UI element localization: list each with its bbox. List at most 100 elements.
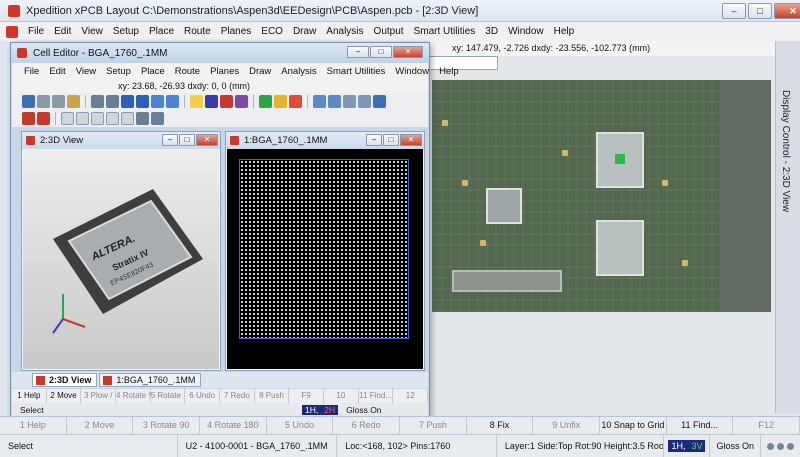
zoom-in-icon[interactable] bbox=[151, 95, 164, 108]
tab-3d-view[interactable]: 2:3D View bbox=[32, 373, 98, 387]
ce-fkey-2[interactable]: 2 Move bbox=[47, 389, 82, 403]
drc-icon[interactable] bbox=[289, 95, 302, 108]
menu-draw[interactable]: Draw bbox=[293, 26, 316, 37]
fkey-2[interactable]: 2 Move bbox=[67, 417, 134, 435]
find-icon[interactable] bbox=[313, 95, 326, 108]
pad-icon[interactable] bbox=[22, 112, 35, 125]
ce-menu-view[interactable]: View bbox=[76, 66, 96, 77]
cell-editor-maximize-button[interactable]: □ bbox=[370, 46, 392, 58]
ce-fkey-11[interactable]: 11 Find... bbox=[359, 389, 394, 403]
text-icon[interactable] bbox=[151, 112, 164, 125]
menu-analysis[interactable]: Analysis bbox=[326, 26, 363, 37]
ce-menu-route[interactable]: Route bbox=[175, 66, 200, 77]
fkey-1[interactable]: 1 Help bbox=[0, 417, 67, 435]
menu-help[interactable]: Help bbox=[554, 26, 575, 37]
ce-fkey-3[interactable]: 3 Plow / bbox=[81, 389, 117, 403]
place-icon[interactable] bbox=[205, 95, 218, 108]
menu-output[interactable]: Output bbox=[374, 26, 404, 37]
ce-fkey-5[interactable]: 5 Rotate 180 bbox=[151, 389, 186, 403]
ce-menu-smart-utilities[interactable]: Smart Utilities bbox=[327, 66, 386, 77]
3d-view-canvas[interactable]: ALTERA. Stratix IV EP4SE820F43 bbox=[23, 149, 219, 369]
fkey-6[interactable]: 6 Redo bbox=[333, 417, 401, 435]
subwindow-bga-maximize-button[interactable]: □ bbox=[383, 134, 399, 146]
redo-icon[interactable] bbox=[52, 95, 65, 108]
outline-icon[interactable] bbox=[61, 112, 74, 125]
menu-place[interactable]: Place bbox=[149, 26, 174, 37]
ce-menu-window[interactable]: Window bbox=[395, 66, 429, 77]
fkey-9[interactable]: 9 Unfix bbox=[533, 417, 601, 435]
tab-bga[interactable]: 1:BGA_1760_.1MM bbox=[99, 373, 202, 387]
fit-all-icon[interactable] bbox=[121, 95, 134, 108]
subwindow-3d-maximize-button[interactable]: □ bbox=[179, 134, 195, 146]
line-icon[interactable] bbox=[121, 112, 134, 125]
circle-icon[interactable] bbox=[91, 112, 104, 125]
ce-fkey-4[interactable]: 4 Rotate 90 bbox=[116, 389, 151, 403]
ce-menu-help[interactable]: Help bbox=[439, 66, 459, 77]
ce-menu-setup[interactable]: Setup bbox=[106, 66, 131, 77]
ce-fkey-1[interactable]: 1 Help bbox=[12, 389, 47, 403]
ce-fkey-10[interactable]: 10 bbox=[324, 389, 359, 403]
menu-setup[interactable]: Setup bbox=[113, 26, 139, 37]
fkey-3[interactable]: 3 Rotate 90 bbox=[133, 417, 201, 435]
menu-file[interactable]: File bbox=[28, 26, 44, 37]
drc-warning-icon[interactable] bbox=[274, 95, 287, 108]
menu-route[interactable]: Route bbox=[184, 26, 211, 37]
subwindow-3d-close-button[interactable]: ✕ bbox=[196, 134, 218, 146]
ce-menu-draw[interactable]: Draw bbox=[249, 66, 271, 77]
fkey-5[interactable]: 5 Undo bbox=[267, 417, 334, 435]
subwindow-bga-minimize-button[interactable]: – bbox=[366, 134, 382, 146]
menu-planes[interactable]: Planes bbox=[221, 26, 252, 37]
ce-fkey-9[interactable]: F9 bbox=[289, 389, 325, 403]
pin-icon[interactable] bbox=[106, 95, 119, 108]
library-icon[interactable] bbox=[343, 95, 356, 108]
save-icon[interactable] bbox=[22, 95, 35, 108]
properties-icon[interactable] bbox=[91, 95, 104, 108]
menu-window[interactable]: Window bbox=[508, 26, 544, 37]
menu-eco[interactable]: ECO bbox=[261, 26, 283, 37]
pin-place-icon[interactable] bbox=[37, 112, 50, 125]
close-button[interactable]: ✕ bbox=[774, 3, 800, 19]
undo-icon[interactable] bbox=[37, 95, 50, 108]
cell-editor-close-button[interactable]: ✕ bbox=[393, 46, 423, 58]
polygon-icon[interactable] bbox=[106, 112, 119, 125]
zoom-out-icon[interactable] bbox=[166, 95, 179, 108]
ce-menu-edit[interactable]: Edit bbox=[49, 66, 65, 77]
menu-app-icon[interactable] bbox=[6, 25, 18, 38]
plane-icon[interactable] bbox=[235, 95, 248, 108]
subwindow-3d-minimize-button[interactable]: – bbox=[162, 134, 178, 146]
rectangle-icon[interactable] bbox=[76, 112, 89, 125]
fkey-11[interactable]: 11 Find... bbox=[667, 417, 734, 435]
cell-editor-minimize-button[interactable]: – bbox=[347, 46, 369, 58]
menu-smart-utilities[interactable]: Smart Utilities bbox=[414, 26, 476, 37]
ce-menu-file[interactable]: File bbox=[24, 66, 39, 77]
bga-view-canvas[interactable] bbox=[227, 149, 423, 369]
fkey-4[interactable]: 4 Rotate 180 bbox=[200, 417, 267, 435]
fkey-7[interactable]: 7 Push bbox=[400, 417, 467, 435]
ce-menu-planes[interactable]: Planes bbox=[210, 66, 239, 77]
fit-board-icon[interactable] bbox=[136, 95, 149, 108]
measure-icon[interactable] bbox=[136, 112, 149, 125]
maximize-button[interactable]: □ bbox=[748, 3, 772, 19]
edit-icon[interactable] bbox=[67, 95, 80, 108]
menu-3d[interactable]: 3D bbox=[485, 26, 498, 37]
fkey-8[interactable]: 8 Fix bbox=[467, 417, 534, 435]
view-icon[interactable] bbox=[358, 95, 371, 108]
menu-view[interactable]: View bbox=[81, 26, 103, 37]
drc-green-icon[interactable] bbox=[259, 95, 272, 108]
help-icon[interactable] bbox=[373, 95, 386, 108]
fkey-10[interactable]: 10 Snap to Grid bbox=[600, 417, 667, 435]
menu-edit[interactable]: Edit bbox=[54, 26, 71, 37]
ce-fkey-7[interactable]: 7 Redo bbox=[220, 389, 255, 403]
ce-fkey-8[interactable]: 8 Push bbox=[255, 389, 290, 403]
select-cursor-icon[interactable] bbox=[190, 95, 203, 108]
minimize-button[interactable]: – bbox=[722, 3, 746, 19]
ce-fkey-12[interactable]: 12 bbox=[393, 389, 429, 403]
pcb-3d-view[interactable] bbox=[432, 80, 771, 312]
ce-menu-place[interactable]: Place bbox=[141, 66, 165, 77]
ce-fkey-6[interactable]: 6 Undo bbox=[185, 389, 221, 403]
route-icon[interactable] bbox=[220, 95, 233, 108]
report-icon[interactable] bbox=[328, 95, 341, 108]
fkey-12[interactable]: F12 bbox=[733, 417, 800, 435]
subwindow-bga-close-button[interactable]: ✕ bbox=[400, 134, 422, 146]
ce-menu-analysis[interactable]: Analysis bbox=[281, 66, 316, 77]
